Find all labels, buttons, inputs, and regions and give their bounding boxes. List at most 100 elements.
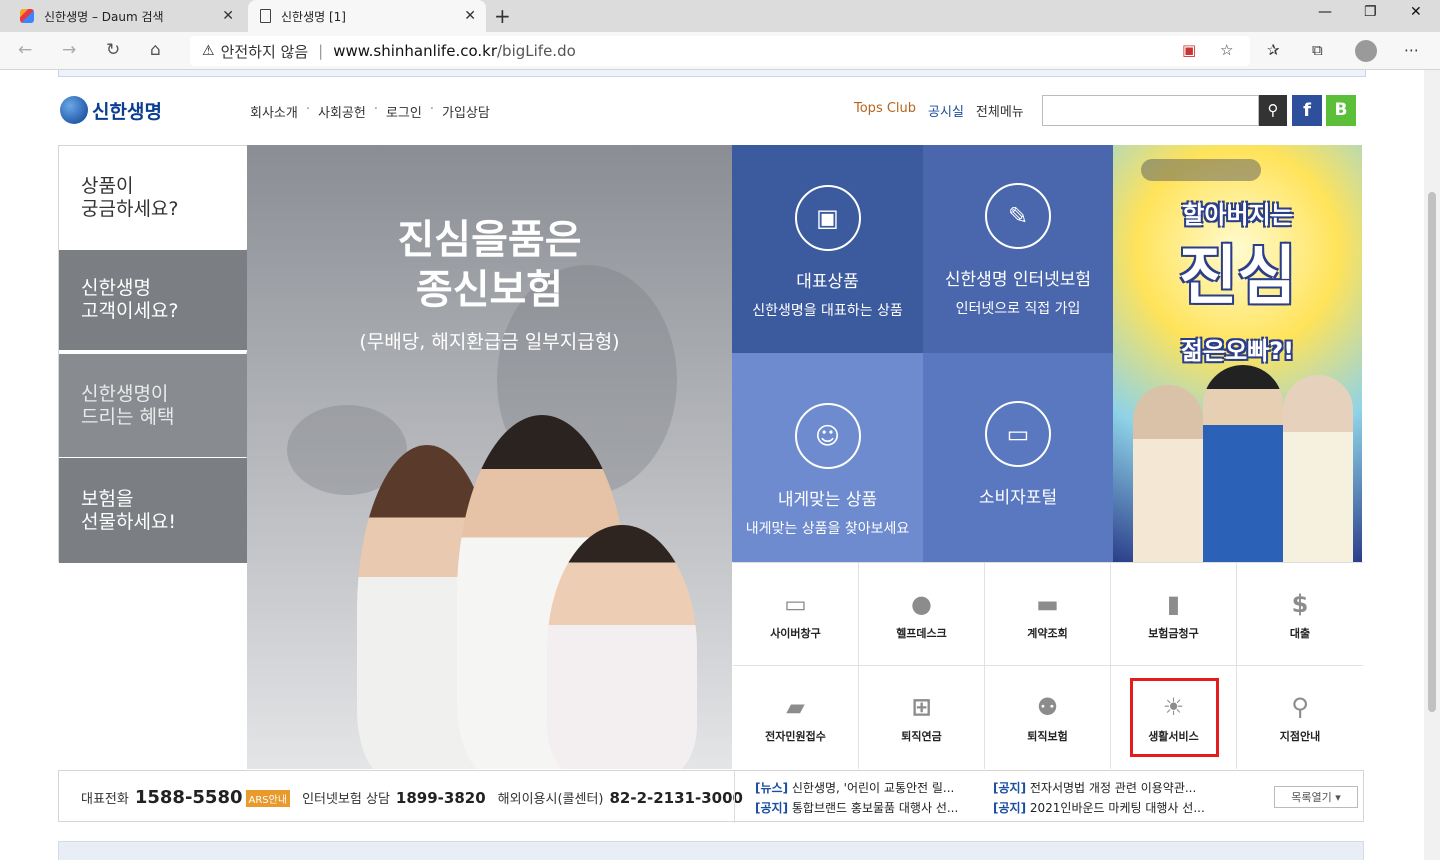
top-strip — [58, 70, 1366, 77]
notice-link[interactable]: 공시실 — [928, 101, 964, 120]
page-scrollbar[interactable] — [1424, 70, 1440, 860]
forward-icon[interactable]: → — [62, 40, 76, 60]
location-pin-icon: ⚲ — [1291, 693, 1309, 721]
banner-figure — [1133, 385, 1203, 562]
news-text: 전자서명법 개정 관련 이용약관... — [1029, 781, 1197, 795]
lnb-gift[interactable]: 보험을 선물하세요! — [59, 458, 247, 563]
banner-line3: 젊은오빠?! — [1180, 337, 1295, 365]
banner-figure — [1203, 365, 1283, 562]
document-icon: ✎ — [985, 183, 1051, 249]
news-list: [뉴스] 신한생명, '어린이 교통안전 릴... [공지] 전자서명법 개정 … — [734, 771, 1234, 823]
scrollbar-thumb[interactable] — [1428, 192, 1436, 712]
news-item[interactable]: [공지] 2021인바운드 마케팅 대행사 선... — [993, 799, 1205, 816]
warning-icon[interactable]: ⚠ — [202, 43, 215, 59]
tops-club-link[interactable]: Tops Club — [854, 101, 916, 120]
close-window-button[interactable]: ✕ — [1410, 4, 1422, 20]
maximize-button[interactable]: ❐ — [1364, 4, 1377, 20]
tab-shinhan[interactable]: 신한생명 [1] ✕ — [248, 0, 486, 32]
hero-subtitle: (무배당, 해지환급금 일부지급형) — [359, 331, 620, 353]
profile-icon[interactable] — [1355, 40, 1377, 62]
quick-contract-inquiry[interactable]: ▬ 계약조회 — [985, 563, 1111, 666]
nav-dot: · — [305, 102, 310, 117]
tile-consumer-portal[interactable]: ▭ 소비자포털 — [923, 353, 1113, 562]
tile-main-products[interactable]: ▣ 대표상품 신한생명을 대표하는 상품 — [732, 145, 923, 353]
lnb-line2: 궁금하세요? — [81, 197, 179, 220]
news-item[interactable]: [공지] 전자서명법 개정 관련 이용약관... — [993, 779, 1196, 796]
collections-icon[interactable]: ⧉ — [1312, 41, 1323, 59]
ars-button[interactable]: ARS안내 — [245, 790, 291, 807]
shinhan-logo[interactable]: 신한생명 — [60, 96, 162, 124]
coin-icon: $ — [1291, 590, 1309, 618]
new-tab-button[interactable]: + — [494, 4, 511, 28]
tracking-icon[interactable]: ▣ — [1182, 41, 1196, 59]
tile-title: 소비자포털 — [978, 488, 1058, 508]
url-path: /bigLife.do — [497, 42, 576, 60]
quick-help-desk[interactable]: ● 헬프데스크 — [859, 563, 985, 666]
hero-banner[interactable]: 진심을품은 종신보험 (무배당, 해지환급금 일부지급형) — [247, 145, 732, 769]
favorite-add-icon[interactable]: ☆ — [1220, 41, 1233, 59]
nav-about[interactable]: 회사소개 — [250, 102, 298, 121]
promo-banner[interactable]: 할아버지는 진심 젊은오빠?! — [1113, 145, 1362, 562]
facebook-button[interactable]: f — [1292, 95, 1322, 126]
nav-consult[interactable]: 가입상담 — [442, 102, 490, 121]
quick-label: 지점안내 — [1279, 730, 1321, 743]
open-list-button[interactable]: 목록열기 ▾ — [1274, 786, 1358, 808]
daum-favicon-icon — [20, 9, 34, 23]
home-icon[interactable]: ⌂ — [150, 40, 161, 60]
minimize-button[interactable]: — — [1318, 4, 1332, 20]
quick-label: 헬프데스크 — [896, 627, 947, 640]
monitor-icon: ▭ — [985, 401, 1051, 467]
tab-title: 신한생명 – Daum 검색 — [44, 9, 164, 24]
security-label[interactable]: 안전하지 않음 — [221, 41, 309, 62]
news-text: 신한생명, '어린이 교통안전 릴... — [791, 781, 955, 795]
tile-internet-insurance[interactable]: ✎ 신한생명 인터넷보험 인터넷으로 직접 가입 — [923, 145, 1113, 353]
tab-daum[interactable]: 신한생명 – Daum 검색 ✕ — [8, 0, 244, 32]
quick-retirement-pension[interactable]: ⊞ 퇴직연금 — [859, 666, 985, 769]
mouse-icon: ▮ — [1166, 590, 1181, 618]
lnb-benefits[interactable]: 신한생명이 드리는 혜택 — [59, 354, 247, 457]
open-list-label: 목록열기 — [1291, 791, 1332, 804]
nav-login[interactable]: 로그인 — [386, 102, 422, 121]
logo-mark-icon — [60, 96, 88, 124]
family-photo-child — [547, 525, 697, 769]
tile-title: 내게맞는 상품 — [777, 490, 878, 510]
quick-branch-info[interactable]: ⚲ 지점안내 — [1237, 666, 1363, 769]
more-icon[interactable]: ⋯ — [1404, 41, 1419, 59]
presentation-icon: ⊞ — [911, 693, 932, 721]
favorites-icon[interactable]: ✰ — [1267, 41, 1280, 59]
url-field[interactable]: ⚠ 안전하지 않음 | www.shinhanlife.co.kr /bigLi… — [190, 36, 1250, 66]
news-tag: [공지] — [993, 801, 1027, 815]
quick-loan[interactable]: $ 대출 — [1237, 563, 1363, 666]
news-item[interactable]: [뉴스] 신한생명, '어린이 교통안전 릴... — [755, 779, 954, 796]
refresh-icon[interactable]: ↻ — [106, 40, 120, 60]
back-icon[interactable]: ← — [18, 40, 32, 60]
search-icon[interactable]: ⚲ — [1259, 95, 1287, 126]
quick-label: 전자민원접수 — [765, 730, 826, 743]
address-bar: ← → ↻ ⌂ ⚠ 안전하지 않음 | www.shinhanlife.co.k… — [0, 32, 1440, 70]
lnb-line2: 고객이세요? — [81, 300, 179, 322]
lnb-customer[interactable]: 신한생명 고객이세요? — [59, 250, 247, 352]
lnb-products[interactable]: 상품이 궁금하세요? — [59, 146, 247, 249]
hero-title: 진심을품은 종신보험 — [247, 215, 732, 315]
browser-tab-bar: 신한생명 – Daum 검색 ✕ 신한생명 [1] ✕ + — ❐ ✕ — [0, 0, 1440, 32]
blog-button[interactable]: B — [1326, 95, 1356, 126]
main-phone-label: 대표전화 — [81, 792, 129, 807]
banner-pager[interactable] — [1141, 159, 1261, 181]
quick-e-complaint[interactable]: ▰ 전자민원접수 — [733, 666, 859, 769]
contact-news-bar: 대표전화 1588-5580 ARS안내 인터넷보험 상담 1899-3820 … — [58, 770, 1364, 823]
quick-label: 사이버창구 — [770, 627, 821, 640]
lnb-line2: 드리는 혜택 — [81, 405, 175, 428]
all-menu-link[interactable]: 전체메뉴 — [976, 101, 1024, 120]
quick-cyber-counter[interactable]: ▭ 사이버창구 — [733, 563, 859, 666]
close-tab-icon[interactable]: ✕ — [464, 8, 476, 24]
bottom-ticker-strip[interactable] — [58, 841, 1364, 860]
nav-dot: · — [429, 102, 434, 117]
quick-claim[interactable]: ▮ 보험금청구 — [1111, 563, 1237, 666]
internet-number: 1899-3820 — [395, 789, 486, 807]
quick-retirement-insurance[interactable]: ⚉ 퇴직보험 — [985, 666, 1111, 769]
news-item[interactable]: [공지] 통합브랜드 홍보물품 대행사 선... — [755, 799, 958, 816]
nav-social[interactable]: 사회공헌 — [318, 102, 366, 121]
close-tab-icon[interactable]: ✕ — [222, 8, 234, 24]
tile-my-products[interactable]: ☺ 내게맞는 상품 내게맞는 상품을 찾아보세요 — [732, 353, 923, 562]
search-input[interactable] — [1042, 95, 1259, 126]
